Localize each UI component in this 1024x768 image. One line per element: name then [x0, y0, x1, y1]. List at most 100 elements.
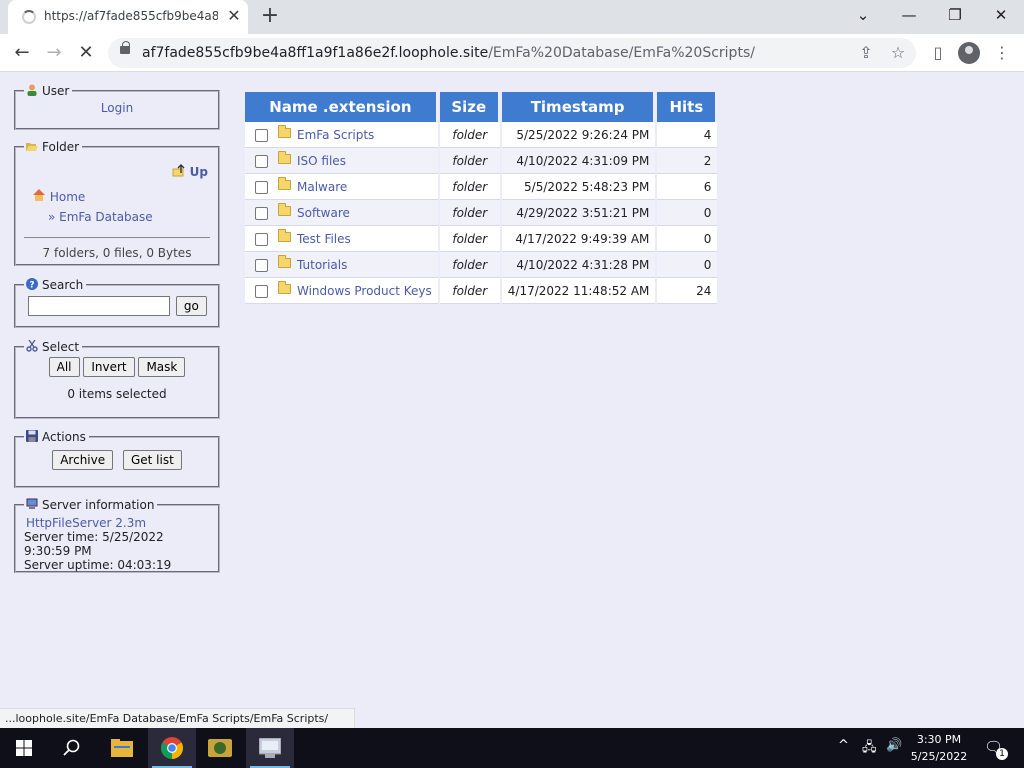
row-checkbox[interactable]	[255, 232, 268, 246]
file-hits-cell: 24	[657, 278, 718, 304]
taskbar-app-window[interactable]	[246, 728, 294, 768]
search-input[interactable]	[28, 296, 170, 316]
table-row: Malware folder 5/5/2022 5:48:23 PM 6	[245, 174, 718, 200]
tab-title: https://af7fade855cfb9be4a8ff1a	[44, 9, 218, 23]
folder-link[interactable]: Windows Product Keys	[297, 284, 432, 298]
folder-link[interactable]: Malware	[297, 180, 347, 194]
column-header-timestamp[interactable]: Timestamp	[501, 92, 656, 122]
hfs-version-link[interactable]: HttpFileServer 2.3m	[26, 516, 146, 530]
login-link[interactable]: Login	[101, 101, 133, 115]
volume-icon[interactable]: 🔊	[886, 738, 902, 753]
row-checkbox[interactable]	[255, 258, 268, 272]
column-header-hits[interactable]: Hits	[657, 92, 718, 122]
taskbar-clock[interactable]: 3:30 PM 5/25/2022	[904, 731, 974, 765]
archive-button[interactable]: Archive	[52, 450, 114, 470]
table-row: ISO files folder 4/10/2022 4:31:09 PM 2	[245, 148, 718, 174]
taskbar-file-explorer[interactable]	[98, 728, 146, 768]
file-size-cell: folder	[439, 252, 500, 278]
column-header-size[interactable]: Size	[439, 92, 500, 122]
parent-folder-link[interactable]: » EmFa Database	[48, 210, 153, 224]
chrome-icon	[161, 737, 183, 759]
tab-close-icon[interactable]: ✕	[224, 6, 244, 26]
folder-icon	[278, 177, 291, 190]
side-panel-icon[interactable]: ▯	[924, 39, 952, 67]
get-list-button[interactable]: Get list	[122, 450, 182, 470]
folder-link[interactable]: Tutorials	[297, 258, 347, 272]
file-timestamp-cell: 4/17/2022 9:49:39 AM	[501, 226, 656, 252]
folder-link[interactable]: Software	[297, 206, 350, 220]
file-size-cell: folder	[439, 226, 500, 252]
file-name-cell: EmFa Scripts	[245, 122, 438, 148]
table-row: Tutorials folder 4/10/2022 4:31:28 PM 0	[245, 252, 718, 278]
search-go-button[interactable]: go	[175, 296, 207, 316]
address-bar[interactable]: af7fade855cfb9be4a8ff1a9f1a86e2f.loophol…	[108, 38, 916, 68]
close-window-button[interactable]: ✕	[978, 0, 1024, 30]
bookmark-star-icon[interactable]: ☆	[884, 39, 912, 67]
windows-logo-icon	[16, 740, 32, 756]
folder-link[interactable]: ISO files	[297, 154, 346, 168]
file-hits-cell: 0	[657, 252, 718, 278]
clock-date: 5/25/2022	[910, 750, 968, 763]
scissors-icon	[26, 340, 38, 352]
row-checkbox[interactable]	[255, 180, 268, 194]
lock-icon[interactable]	[120, 41, 130, 54]
home-link[interactable]: Home	[32, 188, 85, 204]
file-size-cell: folder	[439, 174, 500, 200]
select-all-button[interactable]: All	[48, 357, 80, 377]
row-checkbox[interactable]	[255, 206, 268, 220]
folder-link[interactable]: Test Files	[297, 232, 351, 246]
actions-panel: Actions Archive Get list	[14, 430, 220, 488]
profile-avatar[interactable]	[958, 42, 980, 64]
file-explorer-icon	[111, 739, 133, 757]
taskbar-app-hfs[interactable]	[196, 728, 244, 768]
forward-button[interactable]: →	[40, 39, 68, 67]
row-checkbox[interactable]	[255, 154, 268, 168]
tray-chevron-icon[interactable]: ^	[838, 738, 849, 753]
back-button[interactable]: ←	[8, 39, 36, 67]
table-row: Windows Product Keys folder 4/17/2022 11:4…	[245, 278, 718, 304]
actions-legend: Actions	[24, 430, 89, 444]
folder-up-icon	[172, 164, 185, 177]
folder-icon	[278, 255, 291, 268]
invert-selection-button[interactable]: Invert	[83, 357, 135, 377]
browser-tab[interactable]: https://af7fade855cfb9be4a8ff1a ✕	[8, 0, 248, 34]
folder-icon	[278, 203, 291, 216]
tab-search-icon[interactable]: ⌄	[840, 0, 886, 30]
restore-button[interactable]: ❐	[932, 0, 978, 30]
stop-loading-button[interactable]: ✕	[72, 39, 100, 67]
file-name-cell: ISO files	[245, 148, 438, 174]
folder-icon	[278, 125, 291, 138]
row-checkbox[interactable]	[255, 284, 268, 298]
up-link[interactable]: Up	[172, 164, 208, 179]
file-size-cell: folder	[439, 278, 500, 304]
file-name-cell: Software	[245, 200, 438, 226]
network-icon[interactable]: 🖧	[862, 738, 877, 760]
address-url[interactable]: af7fade855cfb9be4a8ff1a9f1a86e2f.loophol…	[142, 45, 755, 61]
folder-legend: Folder	[24, 140, 82, 154]
share-icon[interactable]: ⇪	[852, 39, 880, 67]
mask-button[interactable]: Mask	[138, 357, 186, 377]
minimize-button[interactable]: —	[886, 0, 932, 30]
file-hits-cell: 0	[657, 200, 718, 226]
column-header-name[interactable]: Name .extension	[245, 92, 438, 122]
home-icon	[33, 189, 45, 201]
taskbar-chrome[interactable]	[148, 728, 196, 768]
file-timestamp-cell: 4/17/2022 11:48:52 AM	[501, 278, 656, 304]
url-path: /EmFa%20Database/EmFa%20Scripts/	[488, 45, 755, 61]
user-legend: User	[24, 84, 72, 98]
table-row: Test Files folder 4/17/2022 9:49:39 AM 0	[245, 226, 718, 252]
actions-legend-label: Actions	[42, 430, 86, 444]
selection-status: 0 items selected	[67, 387, 167, 401]
table-row: Software folder 4/29/2022 3:51:21 PM 0	[245, 200, 718, 226]
folder-link[interactable]: EmFa Scripts	[297, 128, 374, 142]
start-button[interactable]	[0, 728, 48, 768]
app-window-icon	[259, 738, 281, 758]
new-tab-button[interactable]: +	[256, 4, 284, 30]
taskbar-search-button[interactable]	[48, 728, 96, 768]
save-disk-icon	[26, 430, 38, 442]
row-checkbox[interactable]	[255, 128, 268, 142]
clock-time: 3:30 PM	[916, 733, 962, 746]
file-list-table: Name .extension Size Timestamp Hits EmFa…	[243, 92, 719, 304]
windows-taskbar: ^ 🖧 🔊 3:30 PM 5/25/2022 🗨 1	[0, 728, 1024, 768]
chrome-menu-icon[interactable]: ⋮	[988, 39, 1016, 67]
